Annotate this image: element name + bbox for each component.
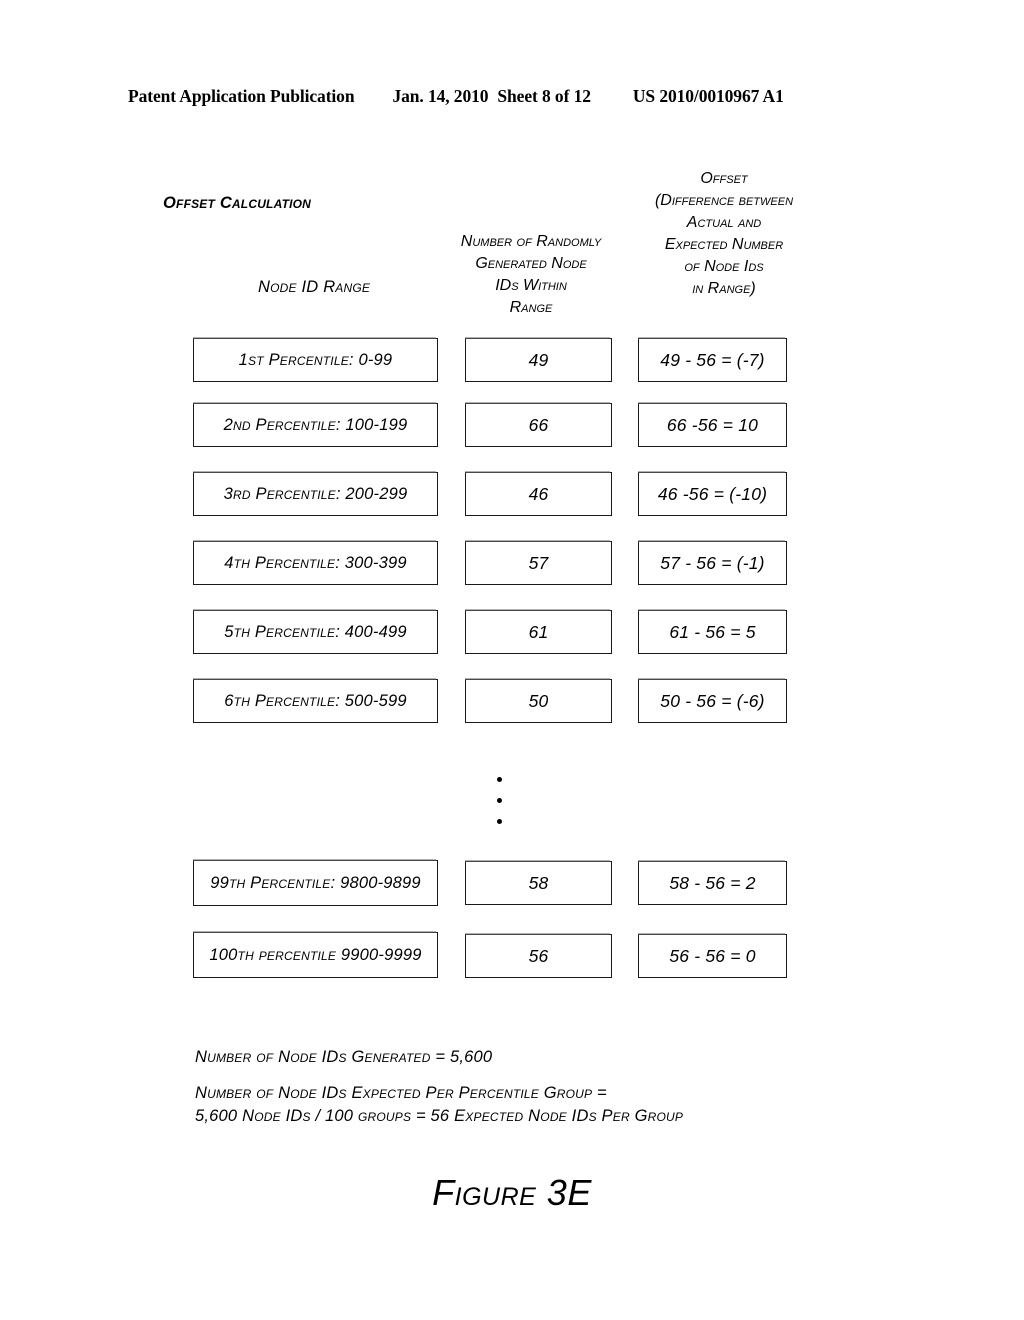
table-row-offset-cell: 46 -56 = (-10) [638,470,787,516]
header-line: of Node Ids [684,258,764,275]
column-header-generated-count: Number of Randomly Generated Node IDs Wi… [424,231,638,319]
table-row-count-cell: 61 [465,608,612,654]
table-row-offset-cell: 66 -56 = 10 [638,401,787,447]
table-row-count-cell: 57 [465,539,612,585]
figure-caption: Figure 3E [432,1172,592,1213]
table-row-range-cell: 2nd Percentile: 100-199 [193,401,438,447]
table-row-offset-cell: 57 - 56 = (-1) [638,539,787,585]
note-generated-total: Number of Node IDs Generated = 5,600 [195,1048,493,1066]
column-header-offset: Offset (Difference between Actual and Ex… [628,168,820,300]
header-line: Expected Number [664,236,784,253]
table-row-offset-cell: 49 - 56 = (-7) [638,336,787,382]
header-line: Actual and [686,214,762,231]
figure-notes: Number of Node IDs Generated = 5,600 Num… [195,1046,815,1128]
header-line: Number of Randomly [460,233,602,250]
column-header-node-id-range: Node ID Range [258,278,371,296]
table-row-count-cell: 50 [465,677,612,723]
table-row-range-cell: 4th Percentile: 300-399 [193,539,438,585]
table-row-range-cell: 5th Percentile: 400-499 [193,608,438,654]
table-row-offset-cell: 56 - 56 = 0 [638,932,787,978]
table-row-range-cell: 1st Percentile: 0-99 [193,336,438,382]
header-line: in Range) [692,280,756,297]
table-row-offset-cell: 58 - 56 = 2 [638,859,787,905]
header-line: IDs Within [495,277,567,294]
note-expected-line-2: 5,600 Node IDs / 100 groups = 56 Expecte… [195,1107,684,1125]
table-row-count-cell: 49 [465,336,612,382]
table-row-range-cell: 99th Percentile: 9800-9899 [193,858,438,906]
header-line: (Difference between [654,192,794,209]
table-row-range-cell: 100th percentile 9900-9999 [193,930,438,978]
table-row-offset-cell: 50 - 56 = (-6) [638,677,787,723]
table-row-offset-cell: 61 - 56 = 5 [638,608,787,654]
table-row-count-cell: 46 [465,470,612,516]
table-row-range-cell: 3rd Percentile: 200-299 [193,470,438,516]
table-row-range-cell: 6th Percentile: 500-599 [193,677,438,723]
table-row-count-cell: 66 [465,401,612,447]
header-line: Range [509,299,553,316]
offset-calculation-title: Offset Calculation [163,194,312,212]
header-line: Generated Node [475,255,587,272]
table-row-count-cell: 58 [465,859,612,905]
note-expected-line-1: Number of Node IDs Expected Per Percenti… [195,1084,607,1102]
header-line: Offset [700,170,748,187]
vertical-ellipsis-icon [497,772,509,832]
table-row-count-cell: 56 [465,932,612,978]
figure-3e: Offset Calculation Node ID Range Number … [0,0,1024,1320]
